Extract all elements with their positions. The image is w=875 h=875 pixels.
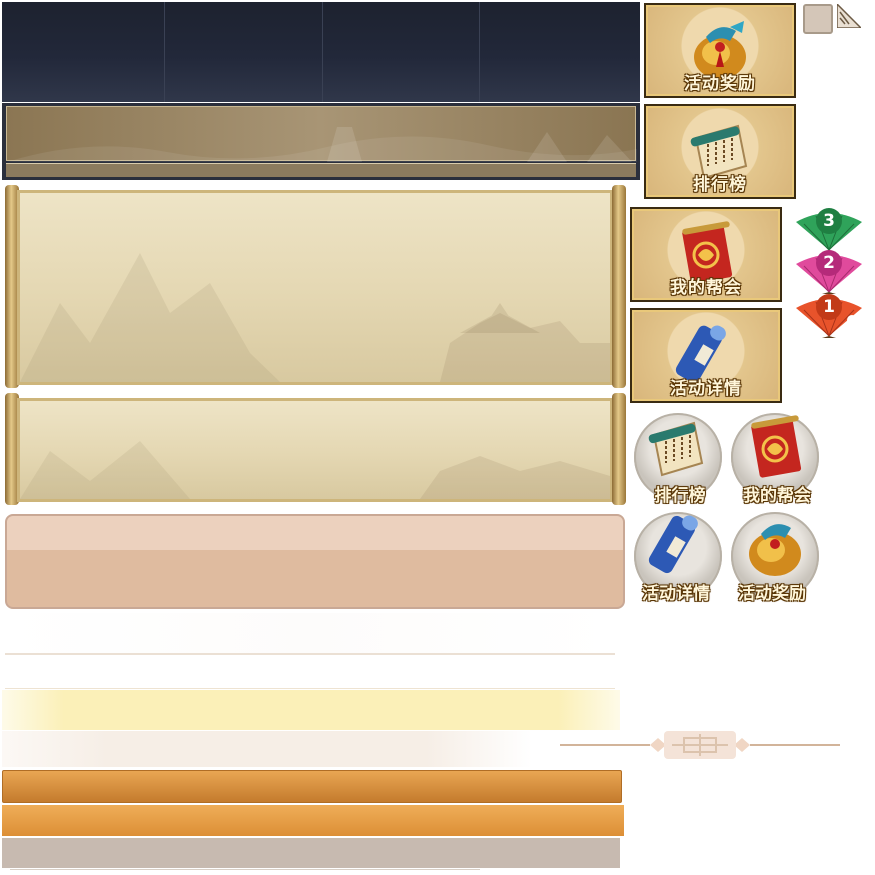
info-panel [5, 514, 625, 609]
orange-selected-bar [2, 805, 624, 836]
blue-scroll-icon [648, 515, 698, 574]
rank-1-number: 1 [816, 294, 842, 320]
tab-bar [2, 2, 640, 102]
highlight-row-yellow [2, 690, 620, 730]
large-scroll-panel [17, 190, 613, 385]
rank-3-number: 3 [816, 208, 842, 234]
tab-2[interactable] [165, 2, 323, 102]
activity-reward-button[interactable]: 活动奖励 [644, 3, 796, 98]
ornament-divider [560, 731, 840, 759]
rank-1-fan: 1 [794, 294, 864, 338]
tab-1[interactable] [2, 2, 165, 102]
frame-swatch [803, 4, 833, 34]
my-guild-button[interactable]: 我的帮会 [630, 207, 782, 302]
bottom-divider [10, 869, 480, 870]
round-activity-details-label: 活动详情 [642, 584, 710, 604]
highlight-row-cream [2, 731, 532, 767]
scroll-roller-right-2 [612, 393, 626, 505]
scroll-roller-right [612, 185, 626, 388]
banner-landscape [6, 106, 637, 162]
activity-details-button[interactable]: 活动详情 [630, 308, 782, 403]
tab-4[interactable] [480, 2, 640, 102]
highlight-row-white [5, 613, 615, 655]
round-leaderboard-label: 排行榜 [654, 486, 706, 506]
tab-3[interactable] [323, 2, 480, 102]
rank-3-fan: 3 [794, 208, 864, 252]
divider-line [5, 688, 615, 689]
activity-reward-label: 活动奖励 [684, 74, 756, 94]
activity-details-label: 活动详情 [670, 379, 742, 399]
rank-2-fan: 2 [794, 250, 864, 294]
round-activity-reward-label: 活动奖励 [738, 584, 806, 604]
rank-2-number: 2 [816, 250, 842, 276]
money-bag-icon [749, 524, 801, 576]
leaderboard-label: 排行榜 [693, 175, 747, 195]
round-my-guild-label: 我的帮会 [743, 486, 811, 506]
small-scroll-panel [17, 398, 613, 502]
paper-scroll-icon [648, 421, 704, 477]
gray-disabled-bar [2, 838, 620, 868]
header-banner [2, 103, 640, 180]
my-guild-label: 我的帮会 [670, 278, 742, 298]
orange-title-bar [2, 770, 622, 803]
banner-strip [6, 163, 636, 177]
leaderboard-button[interactable]: 排行榜 [644, 104, 796, 199]
red-banner-icon [751, 415, 802, 478]
corner-ornament-icon [837, 4, 861, 28]
